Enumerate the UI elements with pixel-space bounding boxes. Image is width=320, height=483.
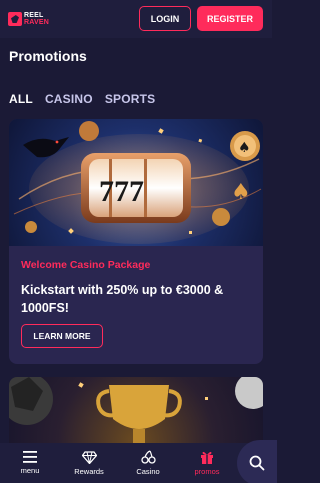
nav-rewards[interactable]: Rewards	[61, 443, 117, 483]
nav-menu[interactable]: menu	[2, 443, 58, 483]
register-button[interactable]: REGISTER	[197, 6, 263, 31]
promo-filter-tabs: ALL CASINO SPORTS	[9, 92, 155, 106]
slot-machine-illustration: 777 ♠ ♠	[13, 121, 262, 244]
brand-logo[interactable]: REEL RAVEN	[8, 11, 58, 27]
search-button[interactable]	[237, 440, 277, 483]
promo-card: 777 ♠ ♠ Welcome Casino Package Kickstart…	[9, 119, 263, 364]
bottom-navigation: menu Rewards Casino promos	[0, 443, 272, 483]
tab-all[interactable]: ALL	[9, 92, 33, 106]
learn-more-button[interactable]: LEARN MORE	[21, 324, 103, 348]
slot-reel-digits: 777	[99, 175, 144, 208]
tab-casino[interactable]: CASINO	[45, 92, 93, 106]
svg-text:♠: ♠	[231, 180, 251, 205]
cherries-icon	[140, 450, 156, 464]
hamburger-icon	[23, 451, 37, 463]
svg-text:♠: ♠	[238, 140, 251, 156]
logo-text-line1: REEL	[24, 12, 44, 19]
raven-logo-icon	[8, 12, 22, 26]
nav-menu-label: menu	[20, 466, 40, 475]
search-icon	[249, 455, 265, 471]
logo-text-line2: RAVEN	[24, 19, 49, 26]
nav-casino[interactable]: Casino	[120, 443, 176, 483]
nav-promos-label: promos	[194, 467, 220, 476]
diamond-icon	[81, 450, 97, 464]
gift-icon	[201, 451, 213, 464]
tab-sports[interactable]: SPORTS	[105, 92, 156, 106]
login-button[interactable]: LOGIN	[139, 6, 191, 31]
nav-promos[interactable]: promos	[179, 443, 235, 483]
top-header: REEL RAVEN LOGIN REGISTER	[0, 0, 272, 38]
nav-rewards-label: Rewards	[74, 466, 104, 476]
promo-tag: Welcome Casino Package	[21, 259, 151, 271]
nav-casino-label: Casino	[136, 467, 160, 476]
page-title: Promotions	[9, 48, 87, 64]
promo-banner-image: 777 ♠ ♠	[9, 119, 263, 246]
promo-title: Kickstart with 250% up to €3000 & 1000FS…	[21, 283, 224, 315]
